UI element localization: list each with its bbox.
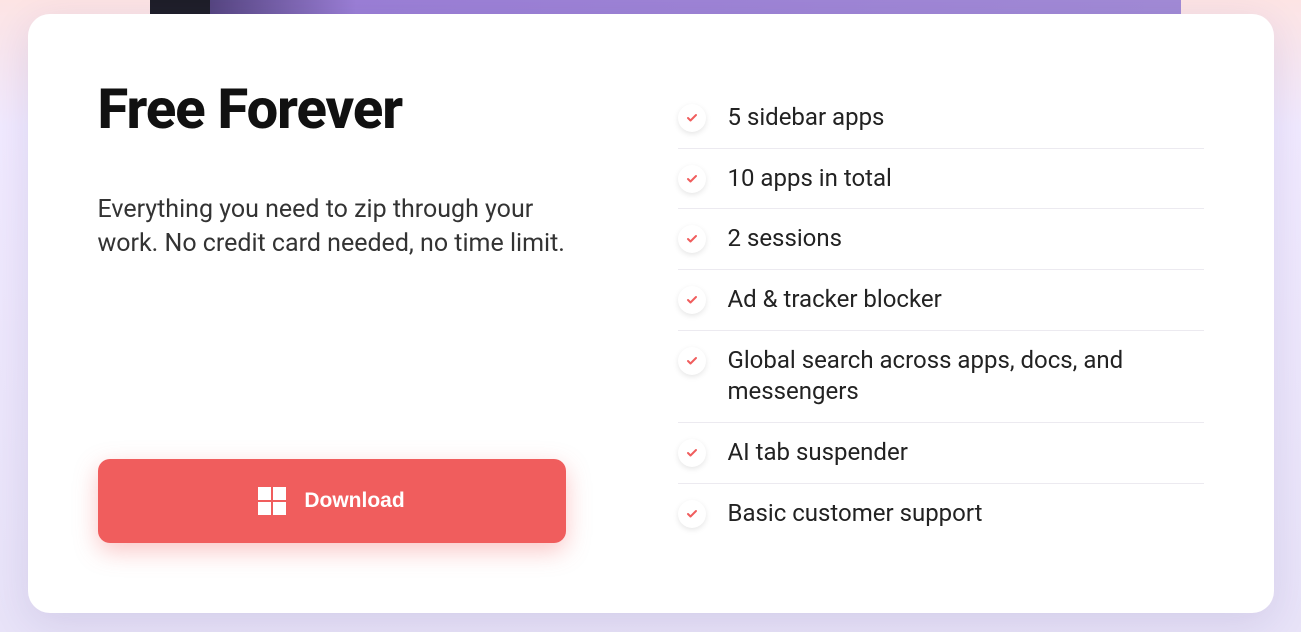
plan-title: Free Forever xyxy=(98,80,568,139)
feature-item: AI tab suspender xyxy=(678,423,1204,484)
plan-subtitle: Everything you need to zip through your … xyxy=(98,193,568,261)
pricing-left-column: Free Forever Everything you need to zip … xyxy=(98,84,568,543)
check-icon xyxy=(678,104,706,132)
pricing-card: Free Forever Everything you need to zip … xyxy=(28,14,1274,613)
feature-text: AI tab suspender xyxy=(728,437,908,469)
windows-icon xyxy=(258,487,286,515)
feature-item: 5 sidebar apps xyxy=(678,88,1204,149)
check-icon xyxy=(678,500,706,528)
feature-text: 5 sidebar apps xyxy=(728,102,885,134)
feature-item: Basic customer support xyxy=(678,484,1204,544)
download-button[interactable]: Download xyxy=(98,459,566,543)
check-icon xyxy=(678,347,706,375)
feature-item: Ad & tracker blocker xyxy=(678,270,1204,331)
check-icon xyxy=(678,225,706,253)
pricing-right-column: 5 sidebar apps 10 apps in total 2 sessio… xyxy=(678,84,1204,543)
feature-text: 10 apps in total xyxy=(728,163,892,195)
feature-item: 2 sessions xyxy=(678,209,1204,270)
feature-text: Global search across apps, docs, and mes… xyxy=(728,345,1204,408)
feature-item: 10 apps in total xyxy=(678,149,1204,210)
check-icon xyxy=(678,165,706,193)
check-icon xyxy=(678,286,706,314)
feature-text: Basic customer support xyxy=(728,498,983,530)
feature-text: 2 sessions xyxy=(728,223,843,255)
check-icon xyxy=(678,439,706,467)
feature-item: Global search across apps, docs, and mes… xyxy=(678,331,1204,423)
feature-list: 5 sidebar apps 10 apps in total 2 sessio… xyxy=(678,88,1204,543)
download-button-label: Download xyxy=(304,489,404,513)
feature-text: Ad & tracker blocker xyxy=(728,284,942,316)
